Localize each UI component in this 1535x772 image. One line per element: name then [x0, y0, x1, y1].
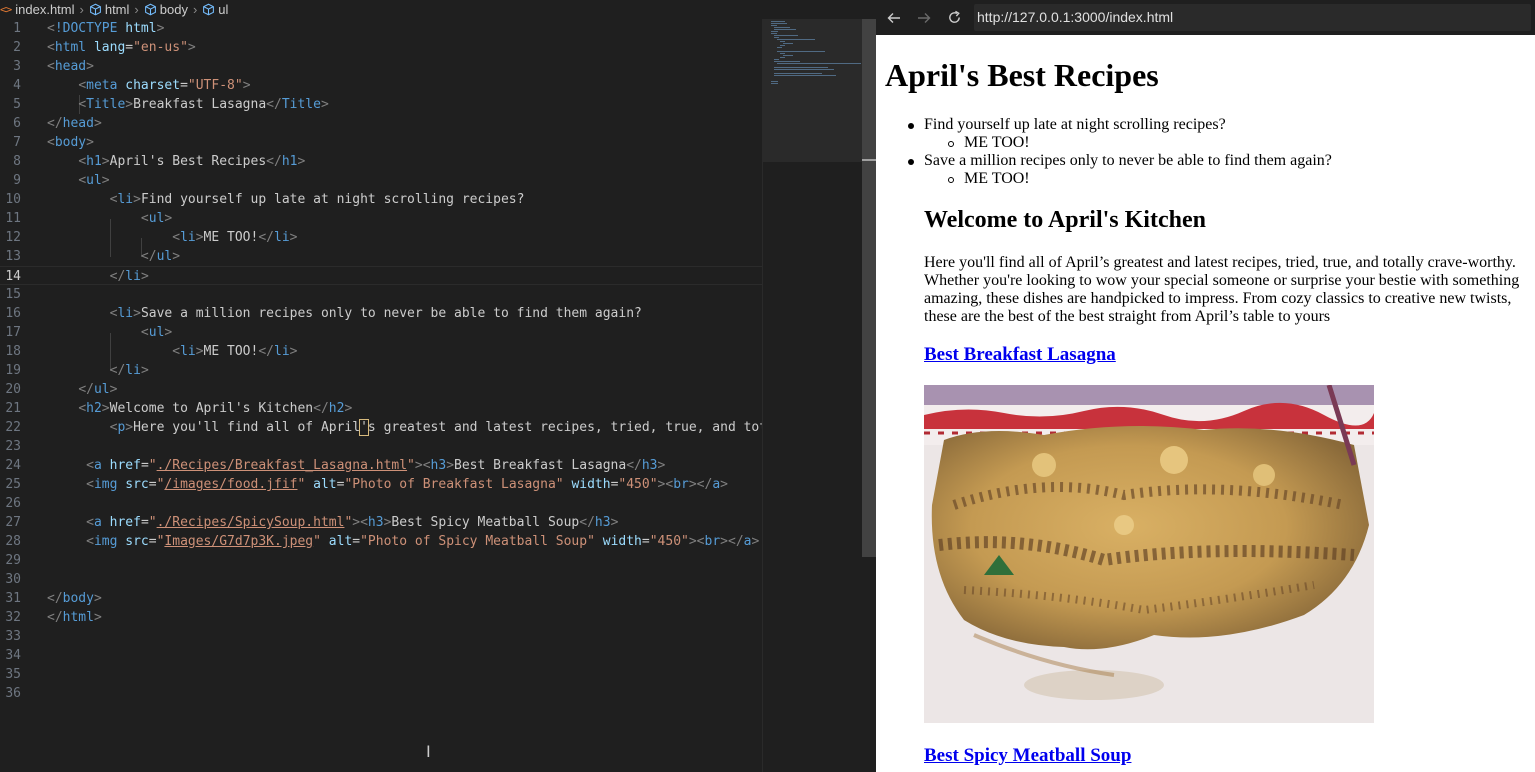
code-line: 19 </li>	[5, 363, 149, 378]
code-line: 9 <ul>	[13, 173, 110, 188]
simple-browser: http://127.0.0.1:3000/index.html April's…	[876, 0, 1535, 772]
sub-list-item: ME TOO!	[964, 170, 1030, 187]
arrow-right-icon	[918, 12, 931, 23]
code-line: 34	[5, 648, 21, 663]
chevron-right-icon: ›	[192, 2, 198, 17]
back-button[interactable]	[882, 6, 906, 30]
spicy-meatball-soup-link[interactable]: Best Spicy Meatball Soup	[924, 745, 1131, 767]
bullet-disc	[908, 159, 914, 165]
html-file-icon: <>	[0, 3, 12, 16]
code-line: 20 </ul>	[5, 382, 118, 397]
code-line: 4 <meta charset="UTF-8">	[13, 78, 251, 93]
code-line: 18 <li>ME TOO!</li>	[5, 344, 298, 359]
bullet-circle	[948, 141, 954, 147]
code-line: 3 <head>	[13, 59, 94, 74]
list-item: Find yourself up late at night scrolling…	[924, 116, 1226, 133]
code-line: 25 <img src="/images/food.jfif" alt="Pho…	[5, 477, 728, 492]
vertical-scrollbar[interactable]	[862, 19, 876, 772]
code-line: 29	[5, 553, 21, 568]
code-line: 22 <p>Here you'll find all of April's gr…	[5, 419, 775, 436]
page-title: April's Best Recipes	[885, 57, 1159, 93]
breadcrumb-ul-label: ul	[218, 2, 229, 17]
list-item: Save a million recipes only to never be …	[924, 152, 1332, 169]
code-line: 28 <img src="Images/G7d7p3K.jpeg" alt="P…	[5, 534, 760, 549]
code-line: 2 <html lang="en-us">	[13, 40, 196, 55]
bullet-circle	[948, 177, 954, 183]
bullet-disc	[908, 123, 914, 129]
code-line: 24 <a href="./Recipes/Breakfast_Lasagna.…	[5, 458, 666, 473]
breadcrumb-file-label: index.html	[15, 2, 75, 17]
code-line: 35	[5, 667, 21, 682]
cursor-position-marker	[862, 159, 876, 161]
code-line: 5 <Title>Breakfast Lasagna</Title>	[13, 97, 329, 112]
code-line: 16 <li>Save a million recipes only to ne…	[5, 306, 642, 321]
code-line: 36	[5, 686, 21, 701]
code-area[interactable]: 1 <!DOCTYPE html> 2 <html lang="en-us"> 3 <…	[0, 19, 775, 772]
code-line: 12 <li>ME TOO!</li>	[5, 230, 298, 245]
code-line: 13 </ul>	[5, 249, 181, 264]
code-line: 33	[5, 629, 21, 644]
code-line: 32 </html>	[5, 610, 102, 625]
code-line: 6 </head>	[13, 116, 102, 131]
breakfast-lasagna-photo[interactable]	[924, 385, 1374, 723]
intro-paragraph: Here you'll find all of April’s greatest…	[924, 254, 1520, 325]
code-line: 27 <a href="./Recipes/SpicySoup.html"><h…	[5, 515, 619, 530]
scrollbar-thumb[interactable]	[862, 19, 876, 557]
welcome-heading: Welcome to April's Kitchen	[924, 207, 1206, 233]
breadcrumb-body[interactable]: body	[144, 2, 188, 17]
code-line: 15	[5, 287, 21, 302]
code-line: 26	[5, 496, 21, 511]
breadcrumb-html[interactable]: html	[89, 2, 130, 17]
reload-icon	[948, 10, 960, 23]
chevron-right-icon: ›	[79, 2, 84, 17]
arrow-left-icon	[887, 12, 900, 23]
code-line-active: 14 </li>	[0, 266, 762, 285]
forward-button[interactable]	[912, 6, 936, 30]
code-line: 7 <body>	[13, 135, 94, 150]
code-line: 1 <!DOCTYPE html>	[13, 21, 165, 36]
minimap[interactable]	[762, 19, 863, 772]
code-line: 30	[5, 572, 21, 587]
code-editor[interactable]: <> index.html › html › body › ul 1 <!DOCT…	[0, 0, 876, 772]
breadcrumb: <> index.html › html › body › ul	[0, 0, 876, 19]
breakfast-lasagna-link[interactable]: Best Breakfast Lasagna	[924, 344, 1116, 366]
code-line: 31 </body>	[5, 591, 102, 606]
breadcrumb-file[interactable]: <> index.html	[0, 2, 75, 17]
reload-button[interactable]	[942, 6, 966, 30]
symbol-cube-icon	[203, 3, 215, 16]
rendered-page: April's Best Recipes Find yourself up la…	[876, 35, 1535, 772]
breadcrumb-ul[interactable]: ul	[202, 2, 228, 17]
symbol-cube-icon	[144, 3, 156, 16]
text-cursor-icon: I	[426, 742, 431, 761]
browser-toolbar: http://127.0.0.1:3000/index.html	[876, 0, 1535, 35]
code-line: 10 <li>Find yourself up late at night sc…	[5, 192, 525, 207]
code-line: 21 <h2>Welcome to April's Kitchen</h2>	[5, 401, 353, 416]
sub-list-item: ME TOO!	[964, 134, 1030, 151]
food-image	[924, 385, 1374, 723]
breadcrumb-body-label: body	[159, 2, 188, 17]
code-line: 8 <h1>April's Best Recipes</h1>	[13, 154, 306, 169]
code-line: 17 <ul>	[5, 325, 173, 340]
symbol-cube-icon	[89, 3, 101, 16]
code-line: 11 <ul>	[5, 211, 173, 226]
chevron-right-icon: ›	[134, 2, 139, 17]
breadcrumb-html-label: html	[104, 2, 130, 17]
code-line: 23	[5, 439, 21, 454]
minimap-slider[interactable]	[763, 19, 863, 162]
url-input[interactable]: http://127.0.0.1:3000/index.html	[974, 4, 1531, 31]
